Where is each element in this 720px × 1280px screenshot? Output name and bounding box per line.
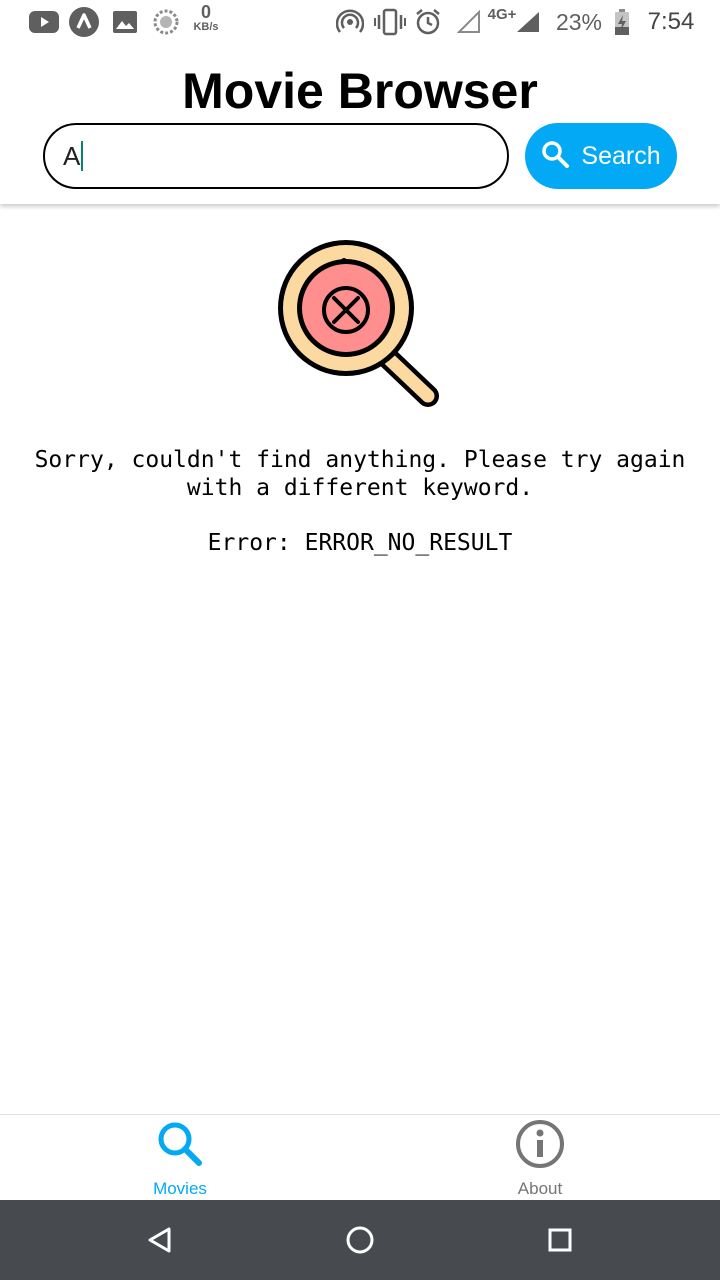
home-icon[interactable] [340,1220,380,1260]
hotspot-icon [336,0,364,44]
youtube-icon [28,0,60,44]
recents-icon[interactable] [540,1220,580,1260]
gallery-icon [112,0,138,44]
info-icon [515,1119,565,1169]
status-bar: 0 KB/s 4G+ 23% 7:54 [0,0,720,44]
search-icon [155,1119,205,1169]
sync-icon [152,0,180,44]
tab-about[interactable]: About [360,1115,720,1201]
tab-movies[interactable]: Movies [0,1115,360,1201]
error-message: Sorry, couldn't find anything. Please tr… [34,447,686,501]
battery-percent: 23% [555,8,603,35]
back-icon[interactable] [140,1220,180,1260]
signal-icon [514,0,542,44]
signal-empty-icon [456,0,482,44]
search-input[interactable]: A [43,123,509,189]
app-header: Movie Browser A Search [0,44,720,204]
text-cursor [81,141,84,171]
search-error-icon [270,236,450,412]
alarm-icon [414,0,442,44]
search-button-label: Search [581,141,661,170]
tab-movies-label: Movies [153,1179,207,1198]
vibrate-icon [374,0,406,44]
battery-charging-icon [612,0,632,44]
search-button[interactable]: Search [525,123,677,189]
network-speed-unit: KB/s [193,21,219,33]
error-code: Error: ERROR_NO_RESULT [207,530,513,556]
a-app-icon [68,0,100,44]
system-nav-bar [0,1200,720,1280]
search-icon [541,140,570,173]
search-input-value[interactable]: A [63,141,80,172]
bottom-tab-bar: Movies About [0,1114,720,1200]
network-speed: 0 KB/s [186,3,226,33]
network-speed-value: 0 [200,2,211,22]
tab-about-label: About [517,1179,563,1198]
app-title: Movie Browser [182,63,538,119]
status-time: 7:54 [647,8,695,35]
